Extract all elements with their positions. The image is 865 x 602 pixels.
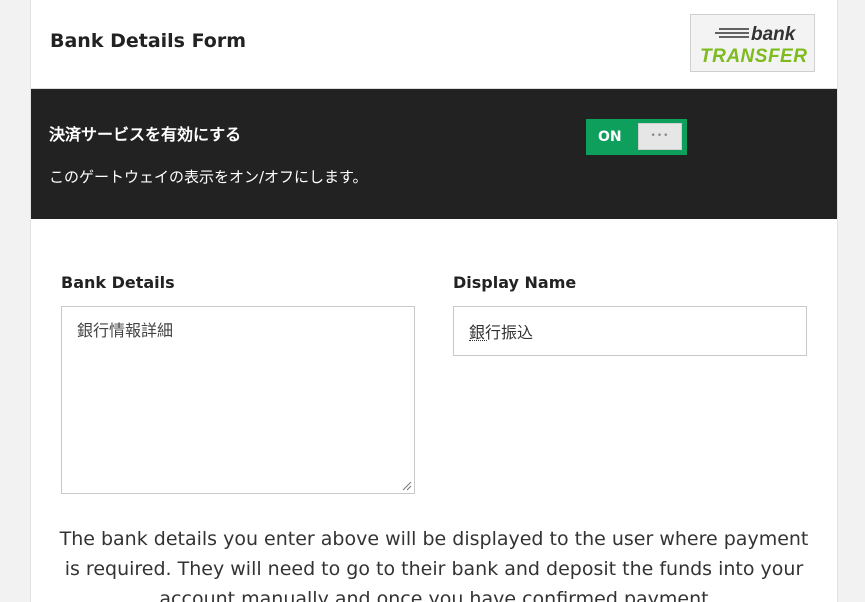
form-header: Bank Details Form bank TRANSFER	[31, 0, 837, 89]
toggle-state-label: ON	[598, 129, 622, 145]
enable-toggle[interactable]: ON •••	[586, 119, 687, 155]
payment-toggle-section: 決済サービスを有効にする このゲートウェイの表示をオン/オフにします。 ON •…	[31, 89, 837, 219]
bank-transfer-logo: bank TRANSFER	[690, 14, 815, 72]
bank-details-label: Bank Details	[61, 273, 175, 292]
dots-icon: •••	[650, 131, 670, 141]
display-name-label: Display Name	[453, 273, 577, 292]
toggle-knob[interactable]: •••	[638, 123, 682, 150]
help-text: The bank details you enter above will be…	[59, 528, 809, 602]
bank-details-textarea[interactable]: 銀行情報詳細	[61, 306, 415, 494]
resize-handle-icon[interactable]	[401, 480, 412, 491]
page-title: Bank Details Form	[50, 30, 247, 52]
enable-service-title: 決済サービスを有効にする	[49, 125, 242, 144]
svg-text:bank: bank	[751, 24, 797, 45]
display-name-input[interactable]	[453, 306, 807, 356]
svg-text:TRANSFER: TRANSFER	[700, 46, 807, 67]
enable-service-description: このゲートウェイの表示をオン/オフにします。	[49, 168, 368, 186]
settings-panel: Bank Details Form bank TRANSFER 決済サービスを有…	[30, 0, 838, 602]
ime-composition-underline	[469, 340, 487, 341]
